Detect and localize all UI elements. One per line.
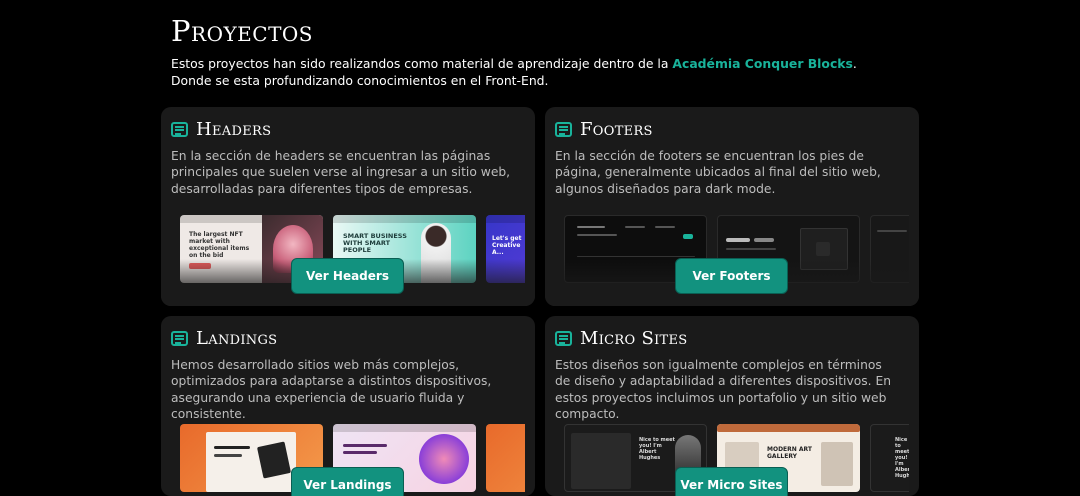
card-header: Micro Sites [555, 327, 688, 349]
card-description: Hemos desarrollado sitios web más comple… [171, 358, 492, 421]
card-title: Headers [196, 118, 272, 140]
view-landings-button[interactable]: Ver Landings [291, 467, 404, 496]
card-title: Micro Sites [580, 327, 688, 349]
document-list-icon [555, 330, 572, 346]
thumbnail-headline: MODERN ART GALLERY [767, 446, 812, 460]
view-headers-button[interactable]: Ver Headers [291, 258, 404, 294]
card-header: Landings [171, 327, 278, 349]
document-list-icon [171, 121, 188, 137]
card-footers: Footers En la sección de footers se encu… [545, 107, 919, 306]
intro-text: Estos proyectos han sido realizandos com… [171, 55, 891, 89]
thumbnail-headline: Nice to meet you! I'm Albert Hughes [895, 437, 909, 479]
card-header: Footers [555, 118, 653, 140]
card-header: Headers [171, 118, 272, 140]
thumbnail-headline: Nice to meet you! I'm Albert Hughes [639, 437, 675, 461]
page-title: Proyectos [171, 14, 314, 48]
card-title: Landings [196, 327, 278, 349]
card-title: Footers [580, 118, 653, 140]
document-list-icon [171, 330, 188, 346]
card-landings: Landings Hemos desarrollado sitios web m… [161, 316, 535, 496]
academy-link[interactable]: Académia Conquer Blocks [672, 56, 853, 71]
preview-thumbnail [486, 424, 525, 492]
card-micro-sites: Micro Sites Estos diseños son igualmente… [545, 316, 919, 496]
view-micro-sites-button[interactable]: Ver Micro Sites [675, 467, 788, 496]
card-description: En la sección de headers se encuentran l… [171, 149, 511, 196]
card-headers: Headers En la sección de headers se encu… [161, 107, 535, 306]
thumbnail-headline: Let's get Creative A... [492, 235, 522, 256]
thumbnail-headline: SMART BUSINESS WITH SMART PEOPLE [343, 232, 407, 254]
preview-thumbnail: Nice to meet you! I'm Albert Hughes [870, 424, 909, 492]
thumbnail-headline: The largest NFT market with exceptional … [189, 231, 250, 259]
view-footers-button[interactable]: Ver Footers [675, 258, 788, 294]
card-description: Estos diseños son igualmente complejos e… [555, 358, 892, 421]
document-list-icon [555, 121, 572, 137]
intro-text-start: Estos proyectos han sido realizandos com… [171, 56, 673, 71]
card-description: En la sección de footers se encuentran l… [555, 149, 881, 196]
